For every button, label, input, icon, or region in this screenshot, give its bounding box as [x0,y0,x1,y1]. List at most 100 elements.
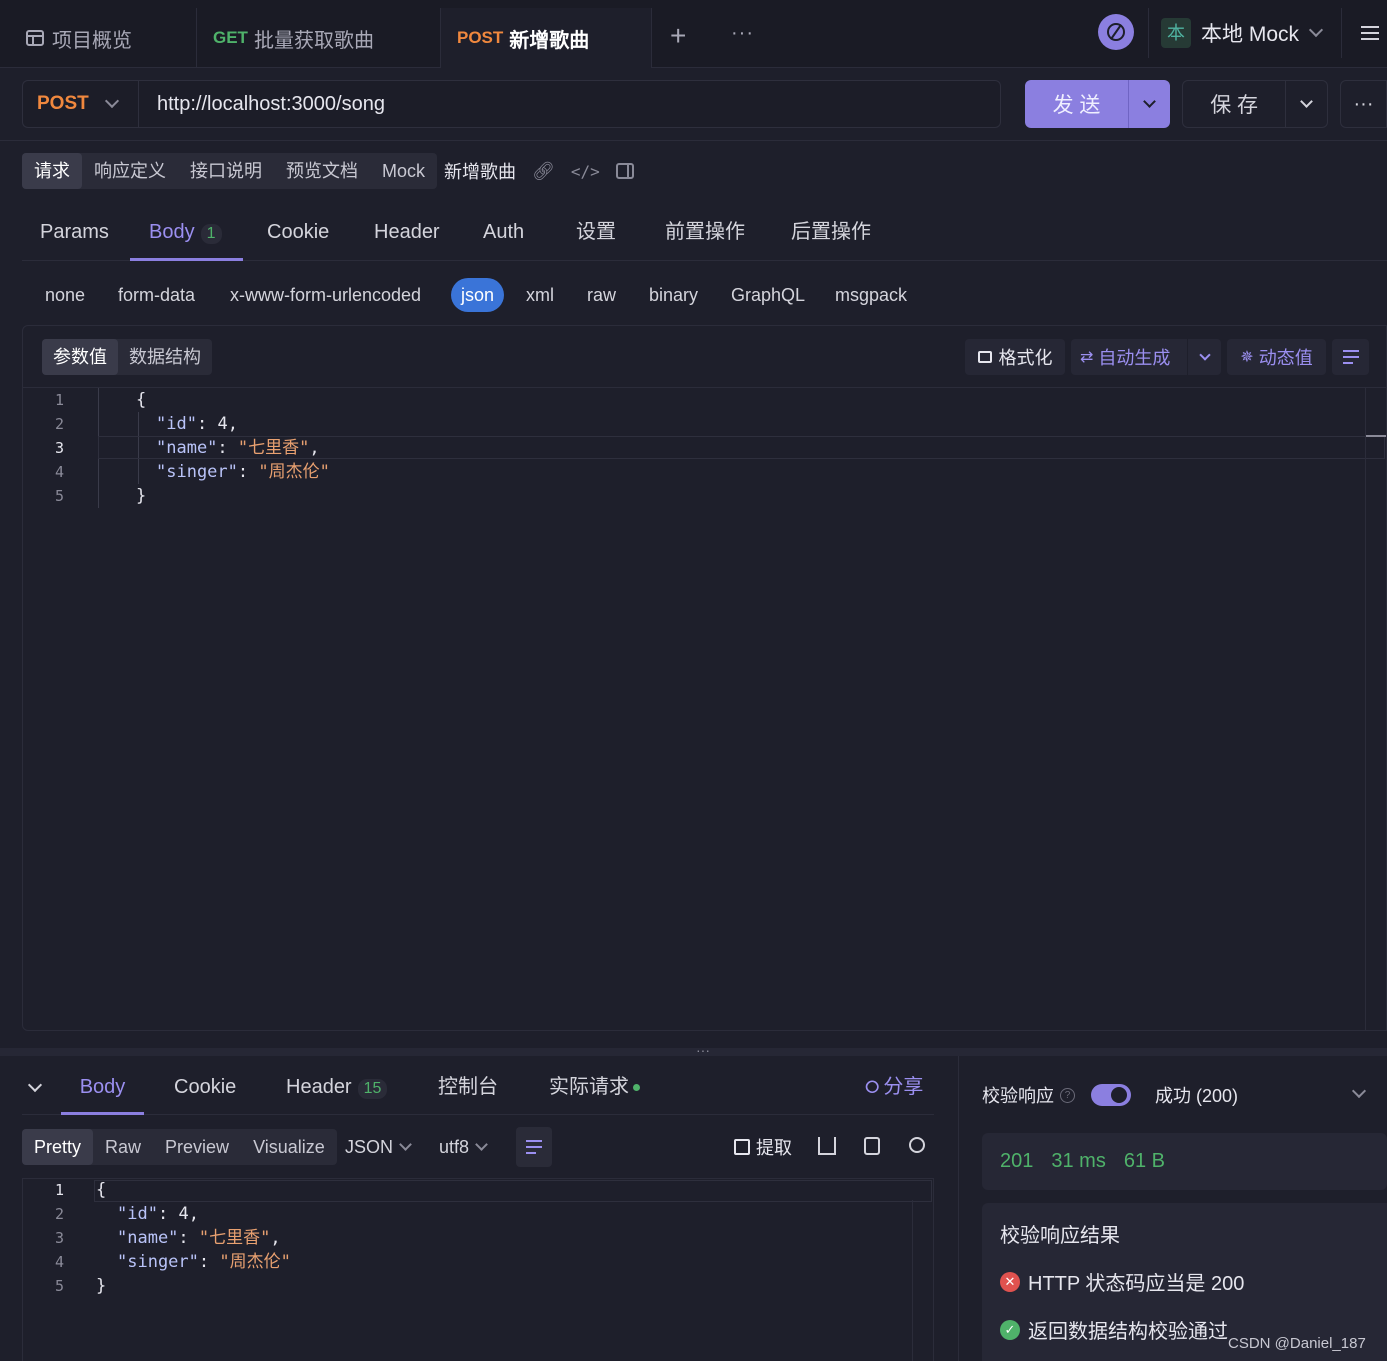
tab-actual-request[interactable]: 实际请求 [549,1062,640,1112]
code-line[interactable]: "id": 4, [117,1202,199,1226]
tab-post-ops[interactable]: 后置操作 [791,206,871,261]
tab-response-cookie[interactable]: Cookie [174,1062,236,1112]
tab-request[interactable]: 请求 [22,153,82,189]
code-line[interactable]: } [136,484,146,508]
tab-preview-docs[interactable]: 预览文档 [274,153,370,189]
magic-wand-icon: ✵ [1240,349,1254,366]
send-button[interactable]: 发 送 [1025,80,1170,128]
more-tabs-icon[interactable]: ··· [731,22,754,45]
wrap-lines-icon[interactable] [1332,339,1369,375]
json-value: 4 [217,414,228,434]
share-button[interactable]: ⭘︎ 分享 [865,1062,923,1112]
code-line[interactable]: "singer": "周杰伦" [117,1250,291,1274]
body-type-raw[interactable]: raw [587,278,616,312]
view-raw[interactable]: Raw [93,1129,153,1165]
view-preview[interactable]: Preview [153,1129,241,1165]
encoding-select[interactable]: utf8 [439,1129,488,1165]
code-line[interactable]: "name": "七里香", [156,436,320,460]
body-type-urlencoded[interactable]: x-www-form-urlencoded [230,278,421,312]
format-icon [977,351,992,363]
body-type-xml[interactable]: xml [526,278,554,312]
code-line[interactable]: { [96,1178,106,1202]
copy-icon[interactable] [864,1137,880,1155]
viewer-scrollbar[interactable] [912,1200,913,1361]
search-icon[interactable] [909,1137,925,1153]
tab-params[interactable]: Params [40,206,109,261]
panel-icon[interactable] [615,163,634,179]
save-button[interactable]: 保 存 [1182,80,1328,128]
tab-get-songs[interactable]: GET 批量获取歌曲 [196,8,438,68]
editor-scrollbar[interactable] [1365,388,1366,1030]
tab-pre-ops[interactable]: 前置操作 [665,206,745,261]
json-key: "name" [156,438,218,458]
code-icon[interactable]: </> [571,162,600,181]
resize-handle[interactable]: ··· [0,1042,1387,1058]
body-type-msgpack[interactable]: msgpack [835,278,907,312]
tab-body[interactable]: Body 1 [130,206,243,261]
line-number: 3 [54,439,64,457]
line-number: 4 [54,463,64,481]
collapse-chevron-icon[interactable] [27,1077,43,1093]
autogen-button[interactable]: ⇄ 自动生成 [1071,339,1221,375]
code-line[interactable]: "singer": "周杰伦" [156,460,330,484]
extract-icon [734,1139,750,1155]
tab-response-header[interactable]: Header 15 [286,1062,388,1112]
tab-data-schema[interactable]: 数据结构 [118,339,212,375]
help-icon[interactable]: ? [1060,1087,1075,1103]
body-type-none[interactable]: none [45,278,85,312]
dynamic-value-button[interactable]: ✵ 动态值 [1227,339,1326,375]
result-item-fail: ✕ HTTP 状态码应当是 200 [1000,1267,1244,1296]
tab-param-values[interactable]: 参数值 [42,339,118,375]
chevron-down-icon[interactable] [1187,339,1221,375]
extract-button[interactable]: 提取 [734,1129,792,1165]
tab-body-label: Body [149,221,195,243]
body-type-form-data[interactable]: form-data [118,278,195,312]
code-line[interactable]: } [96,1274,106,1298]
tab-cookie[interactable]: Cookie [267,206,329,261]
add-tab-icon[interactable]: + [670,20,686,52]
code-line[interactable]: "id": 4, [156,412,238,436]
share-icon: ⭘︎ [865,1077,880,1097]
body-type-binary[interactable]: binary [649,278,698,312]
tab-header[interactable]: Header [374,206,440,261]
response-format-select[interactable]: JSON [345,1129,412,1165]
code-line[interactable]: "name": "七里香", [117,1226,281,1250]
divider [0,140,1387,141]
tab-response-definition[interactable]: 响应定义 [82,153,178,189]
more-actions-icon[interactable]: ··· [1340,80,1387,128]
url-input[interactable]: http://localhost:3000/song [138,80,1001,128]
format-label: JSON [345,1136,394,1157]
code-line[interactable]: { [136,388,146,412]
tab-mock[interactable]: Mock [370,153,437,189]
view-pretty[interactable]: Pretty [22,1129,94,1165]
download-icon[interactable] [818,1137,836,1155]
chevron-down-icon [475,1138,488,1151]
tab-settings[interactable]: 设置 [576,206,616,261]
tab-project-overview[interactable]: 项目概览 [10,8,196,68]
body-view-tabs: 参数值 数据结构 [42,339,212,375]
save-dropdown-icon[interactable] [1285,81,1327,127]
send-dropdown-icon[interactable] [1128,80,1170,128]
line-number: 1 [54,1181,64,1199]
validation-toggle[interactable] [1091,1084,1131,1106]
tab-console[interactable]: 控制台 [438,1062,498,1112]
validation-rule[interactable]: 成功 (200) [1155,1082,1238,1108]
menu-icon[interactable] [1361,26,1379,40]
format-label: 格式化 [998,348,1053,368]
view-visualize[interactable]: Visualize [241,1129,337,1165]
link-icon[interactable]: 🔗︎ [532,161,555,182]
environment-selector[interactable]: 本 本地 Mock [1148,8,1342,58]
format-button[interactable]: 格式化 [965,339,1065,375]
tab-response-body[interactable]: Body [61,1062,144,1115]
json-value: "周杰伦" [258,462,330,482]
tab-api-description[interactable]: 接口说明 [178,153,274,189]
body-type-graphql[interactable]: GraphQL [731,278,805,312]
method-select[interactable]: POST [22,80,138,128]
wrap-lines-icon[interactable] [516,1127,552,1167]
body-type-json[interactable]: json [451,278,505,312]
autogen-label: 自动生成 [1098,348,1171,368]
tab-auth[interactable]: Auth [483,206,524,261]
tab-post-song[interactable]: POST 新增歌曲 [440,8,652,68]
sync-icon[interactable] [1098,14,1134,50]
header-count-badge: 15 [357,1079,388,1099]
